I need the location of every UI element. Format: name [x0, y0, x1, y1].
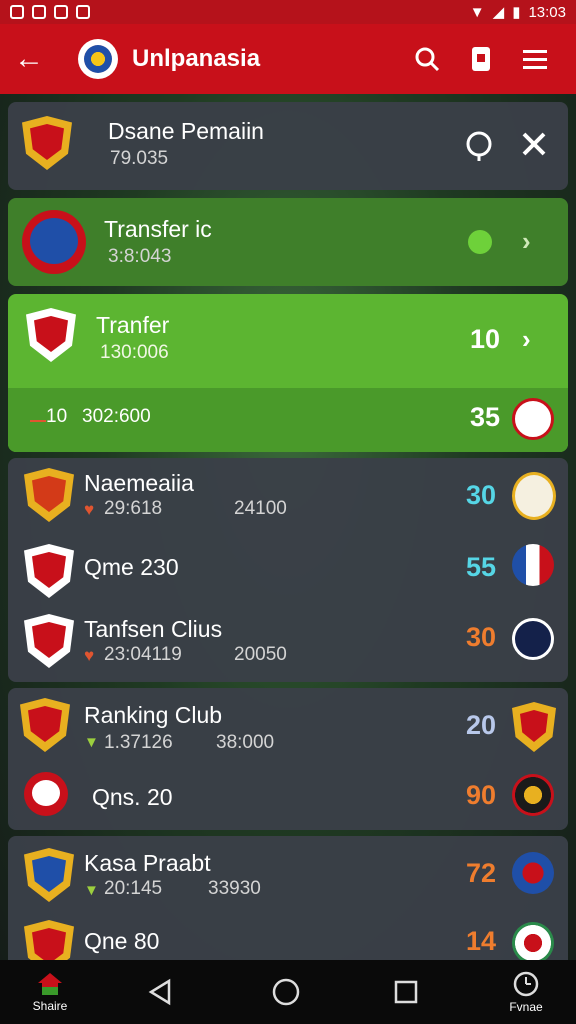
card-footer: 10 302:600 35: [8, 388, 568, 452]
club-card[interactable]: Transfer ic 3:8:043 ›: [8, 198, 568, 286]
dash-icon: [30, 420, 46, 422]
close-icon[interactable]: [520, 130, 548, 163]
club-stat-1: 20:145: [104, 878, 163, 899]
footer-value: 35: [469, 402, 500, 432]
notification-icon: [32, 5, 46, 19]
card-icon[interactable]: [454, 32, 508, 86]
club-name: Transfer ic: [104, 216, 212, 242]
nav-home[interactable]: Shaire: [14, 960, 86, 1024]
signal-icon: ◢: [492, 4, 505, 21]
club-crest-icon: [24, 468, 74, 522]
recents-nav-icon[interactable]: [386, 960, 426, 1024]
club-crest-icon: [20, 698, 70, 752]
notification-icon: [76, 5, 90, 19]
bottom-navigation-bar: Shaire Fvnae: [0, 960, 576, 1024]
home-nav-icon[interactable]: [266, 960, 306, 1024]
clock-icon: [513, 971, 539, 997]
menu-icon[interactable]: [508, 32, 562, 86]
notification-icon: [54, 5, 68, 19]
club-stat-1: 29:618: [104, 498, 163, 519]
trend-up-icon: ▼: [84, 882, 99, 899]
club-score: 10: [469, 324, 500, 354]
notification-icon: [10, 5, 24, 19]
club-crest-icon: [24, 544, 74, 598]
club-crest-icon: [22, 116, 72, 170]
club-name: Naemeaiia: [84, 470, 194, 496]
club-stat-2: 38:000: [216, 732, 275, 753]
status-bar: ▼ ◢ ▮ 13:03: [0, 0, 576, 24]
heart-icon: ♥: [84, 646, 95, 665]
club-score: 30: [465, 480, 496, 510]
club-name: Ranking Club: [84, 702, 223, 728]
back-nav-icon[interactable]: [140, 960, 180, 1024]
club-crest-icon: [24, 614, 74, 668]
club-crest-icon: [24, 920, 74, 960]
chevron-right-icon[interactable]: ›: [522, 324, 531, 355]
notification-icons: [10, 5, 90, 19]
club-score: 20: [465, 710, 496, 740]
club-list-card: Naemeaiia ♥ 29:618 24100 30 Qme 230 55 T…: [8, 458, 568, 682]
club-stats: 3:8:043: [108, 246, 172, 267]
club-badge-icon: [512, 618, 554, 660]
club-badge-icon: [512, 922, 554, 960]
club-name: Dsane Pemaiin: [108, 118, 264, 144]
club-stats: 130:006: [100, 342, 169, 363]
club-list-card: Kasa Praabt ▼ 20:145 33930 72 Qne 80 14: [8, 836, 568, 960]
club-badge-icon: [512, 852, 554, 894]
club-badge-icon: [512, 702, 556, 752]
club-badge-icon: [512, 398, 554, 440]
club-name: Tranfer: [96, 312, 170, 338]
nav-clock[interactable]: Fvnae: [490, 960, 562, 1024]
search-icon[interactable]: [400, 32, 454, 86]
map-pin-icon[interactable]: [464, 130, 494, 167]
club-score: 30: [465, 622, 496, 652]
app-logo: [78, 39, 118, 79]
club-crest-icon: [24, 772, 68, 816]
club-card[interactable]: Dsane Pemaiin 79.035: [8, 102, 568, 190]
footer-prefix: 10: [46, 406, 68, 427]
back-arrow-icon[interactable]: ←: [14, 42, 54, 76]
club-stat-2: 24100: [234, 498, 287, 519]
club-name: Kasa Praabt: [84, 850, 211, 876]
club-badge-icon: [512, 774, 554, 816]
club-name: Qns. 20: [92, 784, 173, 810]
club-score: 90: [465, 780, 496, 810]
club-stat-1: 23:04119: [104, 644, 182, 665]
club-score: 14: [465, 926, 496, 956]
club-name: Qme 230: [84, 554, 179, 580]
club-score: 72: [465, 858, 496, 888]
club-badge-icon: [512, 472, 556, 520]
club-name: Qne 80: [84, 928, 160, 954]
club-stat-2: 33930: [208, 878, 261, 899]
nav-label: Fvnae: [509, 1000, 543, 1014]
club-stats: 79.035: [110, 148, 169, 169]
status-time: 13:03: [528, 3, 566, 21]
nav-label: Shaire: [32, 999, 68, 1013]
club-stat-2: 20050: [234, 644, 287, 665]
battery-icon: ▮: [512, 4, 521, 21]
wifi-icon: ▼: [469, 3, 485, 21]
home-icon: [38, 973, 62, 995]
heart-icon: ♥: [84, 500, 95, 519]
club-crest-icon: [22, 210, 86, 274]
club-score: 55: [465, 552, 496, 582]
club-list-card: Ranking Club ▼ 1.37126 38:000 20 Qns. 20…: [8, 688, 568, 830]
club-badge-icon: [512, 544, 554, 586]
trend-up-icon: ▼: [84, 734, 99, 751]
club-card-expanded[interactable]: Tranfer 130:006 10 › 10 302:600 35: [8, 294, 568, 452]
club-crest-icon: [26, 308, 76, 362]
club-name: Tanfsen Clius: [84, 616, 223, 642]
online-status-dot: [468, 230, 492, 254]
app-bar: ← Unlpanasia: [0, 24, 576, 94]
chevron-right-icon[interactable]: ›: [522, 226, 531, 257]
footer-stats: 302:600: [82, 406, 151, 427]
app-title: Unlpanasia: [132, 45, 261, 72]
club-stat-1: 1.37126: [104, 732, 173, 753]
club-crest-icon: [24, 848, 74, 902]
